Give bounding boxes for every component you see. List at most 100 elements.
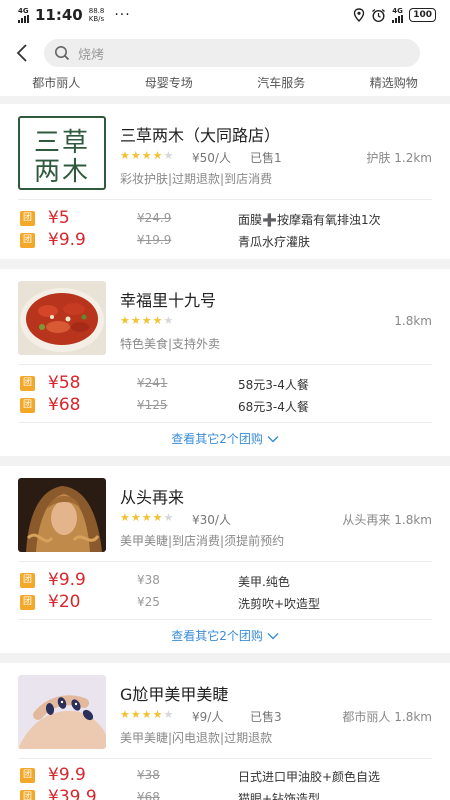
network-speed: 88.8 KB/s [89,7,105,23]
battery-level: 100 [413,10,432,20]
deal-price: ¥58 [48,373,81,393]
original-price: ¥125 [137,398,168,412]
deal-row[interactable]: 团 ¥68 ¥125 68元3-4人餐 [0,395,450,417]
star-icon: ★ [141,314,152,327]
shop-distance: 1.8km [394,314,432,328]
signal-icon-2: 4G [392,6,404,23]
speed-value: 88.8 [88,7,105,15]
rating-stars: ★ ★ ★ ★ ★ [120,315,173,327]
alarm-icon [372,8,386,22]
shop-category-distance: 护肤 1.2km [366,149,432,166]
price-per-person: ¥9/人 [192,710,224,724]
group-buy-badge: 团 [20,595,35,610]
status-left: 4G 11:40 88.8 KB/s ··· [18,6,131,24]
deal-title: 美甲.纯色 [238,575,290,589]
star-icon: ★ [120,511,130,524]
star-icon: ★ [120,149,130,162]
signal-icon: 4G [18,7,29,23]
search-input[interactable]: 烧烤 [44,39,420,67]
divider [18,422,432,423]
star-icon: ★ [163,149,174,162]
price-per-person: ¥50/人 [192,151,231,165]
star-icon: ★ [152,708,163,721]
group-buy-badge: 团 [20,398,35,413]
star-icon: ★ [130,511,141,524]
deal-price: ¥39.9 [48,787,97,800]
more-deals-link[interactable]: 查看其它2个团购 [0,627,450,644]
shop-category-distance: 都市丽人 1.8km [342,708,432,725]
shop-name: 幸福里十九号 [120,291,217,310]
clock: 11:40 [35,6,83,24]
deal-row[interactable]: 团 ¥9.9 ¥38 日式进口甲油胶+颜色自选 [0,765,450,787]
star-icon: ★ [141,708,152,721]
shop-card[interactable]: 三草 两木 三草两木（大同路店） ★ ★ ★ ★ ★ ¥50/人 已售1 护肤 1.2k… [0,104,450,259]
network-label-2: 4G [392,6,403,15]
location-icon [354,8,365,22]
deal-title: 青瓜水疗灌肤 [238,235,311,249]
deal-row[interactable]: 团 ¥58 ¥241 58元3-4人餐 [0,373,450,395]
shop-tags: 美甲美睫|闪电退款|过期退款 [120,731,273,745]
shop-category: 都市丽人 [342,710,391,724]
shop-photo [18,675,106,749]
deal-row[interactable]: 团 ¥9.9 ¥19.9 青瓜水疗灌肤 [0,230,450,252]
group-buy-badge: 团 [20,573,35,588]
nail-art-image [18,675,106,749]
shop-tags: 彩妆护肤|过期退款|到店消费 [120,172,273,186]
chevron-down-icon [267,633,279,640]
chevron-down-icon [267,436,279,443]
category-tab[interactable]: 汽车服务 [225,76,338,90]
star-icon: ★ [141,511,152,524]
shop-name: 从头再来 [120,488,185,507]
divider [18,199,432,200]
original-price: ¥241 [137,376,168,390]
more-deals-label: 查看其它2个团购 [171,432,263,446]
shop-name: 三草两木（大同路店） [120,126,281,145]
search-placeholder: 烧烤 [78,47,105,63]
star-icon: ★ [120,708,130,721]
rating-stars: ★ ★ ★ ★ ★ [120,512,173,524]
shop-card[interactable]: 幸福里十九号 ★ ★ ★ ★ ★ 1.8km 特色美食|支持外卖 团 ¥58 ¥241 … [0,269,450,456]
back-button[interactable] [0,30,44,76]
shop-logo: 三草 两木 [18,116,106,190]
shop-category-distance: 从头再来 1.8km [342,511,432,528]
deal-price: ¥20 [48,592,81,612]
back-arrow-icon [16,44,27,62]
svg-text:三草: 三草 [34,128,90,158]
star-icon: ★ [120,314,130,327]
deal-row[interactable]: 团 ¥9.9 ¥38 美甲.纯色 [0,570,450,592]
shop-category: 护肤 [366,151,391,165]
divider [18,758,432,759]
deal-title: 58元3-4人餐 [238,378,309,392]
category-tabs: 都市丽人 母婴专场 汽车服务 精选购物 [0,76,450,96]
shop-card[interactable]: 从头再来 ★ ★ ★ ★ ★ ¥30/人 从头再来 1.8km 美甲美睫|到店消费|须提… [0,466,450,653]
status-right: 4G 100 [353,6,436,23]
star-icon: ★ [163,314,174,327]
logo-text-image: 三草 两木 [34,128,90,187]
sold-count: 已售3 [250,710,282,724]
star-icon: ★ [141,149,152,162]
card-gap [0,456,450,466]
rating-stars: ★ ★ ★ ★ ★ [120,150,173,162]
deal-price: ¥5 [48,208,70,228]
group-buy-badge: 团 [20,790,35,800]
original-price: ¥25 [137,595,160,609]
original-price: ¥38 [137,768,160,782]
shop-category: 从头再来 [342,513,391,527]
category-tab[interactable]: 母婴专场 [113,76,226,90]
rating-stars: ★ ★ ★ ★ ★ [120,709,173,721]
deal-row[interactable]: 团 ¥20 ¥25 洗剪吹+吹造型 [0,592,450,614]
category-tab[interactable]: 精选购物 [338,76,450,90]
more-deals-link[interactable]: 查看其它2个团购 [0,430,450,447]
original-price: ¥38 [137,573,160,587]
shop-tags: 特色美食|支持外卖 [120,337,221,351]
star-icon: ★ [163,511,174,524]
shop-distance: 1.2km [394,151,432,165]
shop-card[interactable]: G尬甲美甲美睫 ★ ★ ★ ★ ★ ¥9/人 已售3 都市丽人 1.8km 美甲美睫|闪… [0,663,450,800]
deal-row[interactable]: 团 ¥5 ¥24.9 面膜➕按摩霜有氧排浊1次 [0,208,450,230]
category-tab[interactable]: 都市丽人 [0,76,113,90]
battery-icon: 100 [409,8,436,22]
deal-row[interactable]: 团 ¥39.9 ¥68 猫眼+钻饰造型 [0,787,450,800]
original-price: ¥24.9 [137,211,172,225]
speed-unit: KB/s [88,15,105,23]
card-gap [0,259,450,269]
